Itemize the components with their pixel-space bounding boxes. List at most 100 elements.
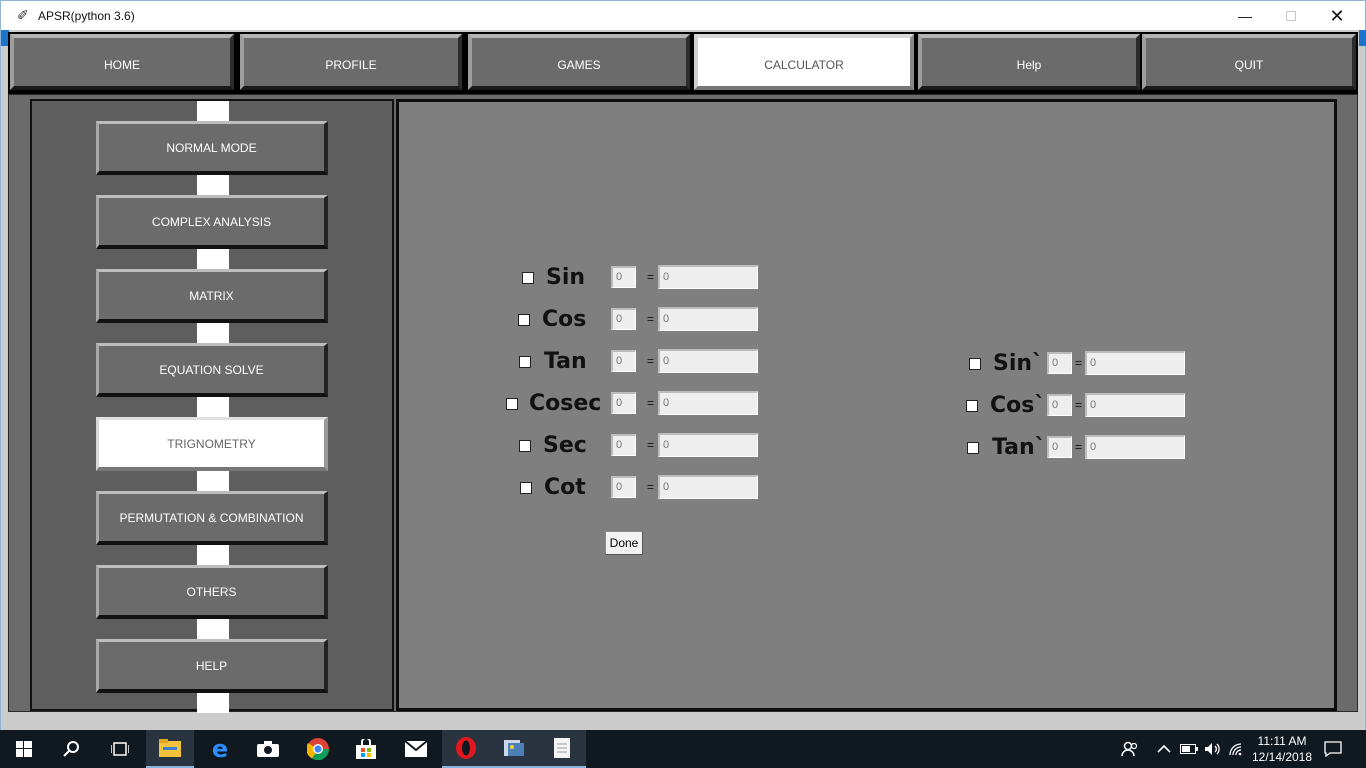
opera-icon[interactable]: [442, 730, 490, 768]
sidebar-item-complex-analysis[interactable]: COMPLEX ANALYSIS: [96, 195, 328, 249]
cot-angle-input[interactable]: 0: [611, 476, 636, 498]
windows-start-icon[interactable]: [0, 730, 48, 768]
trig-row-inverse-cos: Cos` 0 = 0: [959, 393, 1199, 419]
function-label: Sec: [543, 433, 587, 458]
equals-sign: =: [647, 312, 655, 326]
wifi-icon[interactable]: [1226, 730, 1248, 768]
function-label: Sin`: [993, 351, 1044, 376]
tan-result-field[interactable]: 0: [658, 349, 758, 373]
function-label: Sin: [546, 265, 586, 290]
trig-row-inverse-sin: Sin` 0 = 0: [959, 351, 1199, 377]
inverse-sin-checkbox[interactable]: [969, 358, 981, 370]
tab-home[interactable]: HOME: [10, 34, 234, 90]
inverse-tan-checkbox[interactable]: [967, 442, 979, 454]
chrome-icon[interactable]: [294, 730, 342, 768]
sec-angle-input[interactable]: 0: [611, 434, 636, 456]
sin-result-field[interactable]: 0: [658, 265, 758, 289]
function-label: Cos: [542, 307, 587, 332]
taskbar: e 11:11 AM 12/14/2018: [0, 730, 1366, 768]
trigonometry-panel: Sin 0 = 0 Cos 0 = 0 Tan 0 = 0 Cosec 0 = …: [396, 99, 1337, 711]
feather-icon: ✐: [17, 7, 29, 23]
window-title: APSR(python 3.6): [38, 9, 135, 23]
edge-browser-icon[interactable]: e: [196, 730, 244, 768]
inverse-sin-result-field[interactable]: 0: [1085, 351, 1185, 375]
inverse-cos-input[interactable]: 0: [1047, 394, 1072, 416]
function-label: Tan: [544, 349, 587, 374]
equals-sign: =: [1075, 440, 1083, 454]
top-nav: HOME PROFILE GAMES CALCULATOR Help QUIT: [8, 32, 1358, 94]
notepad-icon[interactable]: [538, 730, 586, 768]
sidebar-item-permutation-combination[interactable]: PERMUTATION & COMBINATION: [96, 491, 328, 545]
equals-sign: =: [1075, 398, 1083, 412]
tab-calculator[interactable]: CALCULATOR: [694, 34, 914, 90]
trig-row-tan: Tan 0 = 0: [399, 349, 799, 375]
people-icon[interactable]: [1118, 730, 1142, 768]
trig-row-sin: Sin 0 = 0: [399, 265, 799, 291]
task-view-icon[interactable]: [96, 730, 144, 768]
inverse-tan-result-field[interactable]: 0: [1085, 435, 1185, 459]
battery-icon[interactable]: [1178, 730, 1200, 768]
sec-checkbox[interactable]: [519, 440, 531, 452]
sidebar-item-normal-mode[interactable]: NORMAL MODE: [96, 121, 328, 175]
connector: [197, 693, 229, 713]
minimize-button[interactable]: —: [1222, 1, 1268, 31]
equals-sign: =: [647, 396, 655, 410]
function-label: Cot: [544, 475, 586, 500]
file-explorer-icon[interactable]: [146, 730, 194, 768]
done-button[interactable]: Done: [605, 531, 643, 555]
equals-sign: =: [1075, 356, 1083, 370]
sidebar-item-others[interactable]: OTHERS: [96, 565, 328, 619]
inverse-tan-input[interactable]: 0: [1047, 436, 1072, 458]
trig-row-cosec: Cosec 0 = 0: [399, 391, 799, 417]
cosec-result-field[interactable]: 0: [658, 391, 758, 415]
inverse-cos-checkbox[interactable]: [966, 400, 978, 412]
sin-angle-input[interactable]: 0: [611, 266, 636, 288]
cos-angle-input[interactable]: 0: [611, 308, 636, 330]
cos-result-field[interactable]: 0: [658, 307, 758, 331]
cot-result-field[interactable]: 0: [658, 475, 758, 499]
camera-icon[interactable]: [244, 730, 292, 768]
connector: [197, 249, 229, 271]
main-area: NORMAL MODE COMPLEX ANALYSIS MATRIX EQUA…: [8, 94, 1358, 713]
search-icon[interactable]: [48, 730, 96, 768]
tan-checkbox[interactable]: [519, 356, 531, 368]
volume-icon[interactable]: [1202, 730, 1224, 768]
tab-games[interactable]: GAMES: [468, 34, 690, 90]
cosec-angle-input[interactable]: 0: [611, 392, 636, 414]
maximize-icon: [1286, 11, 1296, 21]
notification-icon[interactable]: [1320, 730, 1346, 768]
cosec-checkbox[interactable]: [506, 398, 518, 410]
chevron-up-icon[interactable]: [1154, 730, 1174, 768]
sidebar-item-equation-solve[interactable]: EQUATION SOLVE: [96, 343, 328, 397]
inverse-sin-input[interactable]: 0: [1047, 352, 1072, 374]
connector: [197, 397, 229, 419]
sidebar-panel: NORMAL MODE COMPLEX ANALYSIS MATRIX EQUA…: [30, 99, 394, 713]
connector: [197, 471, 229, 493]
mail-icon[interactable]: [392, 730, 440, 768]
tab-profile[interactable]: PROFILE: [240, 34, 462, 90]
inverse-cos-result-field[interactable]: 0: [1085, 393, 1185, 417]
cot-checkbox[interactable]: [520, 482, 532, 494]
tab-quit[interactable]: QUIT: [1142, 34, 1356, 90]
sidebar-item-matrix[interactable]: MATRIX: [96, 269, 328, 323]
maximize-button[interactable]: [1268, 1, 1314, 31]
tan-angle-input[interactable]: 0: [611, 350, 636, 372]
connector: [197, 323, 229, 345]
equals-sign: =: [647, 354, 655, 368]
window-edge-right: [1359, 30, 1366, 46]
sec-result-field[interactable]: 0: [658, 433, 758, 457]
trig-row-sec: Sec 0 = 0: [399, 433, 799, 459]
taskbar-clock[interactable]: 11:11 AM 12/14/2018: [1246, 733, 1318, 765]
cos-checkbox[interactable]: [518, 314, 530, 326]
sidebar-item-help[interactable]: HELP: [96, 639, 328, 693]
function-label: Cosec: [529, 391, 602, 416]
close-button[interactable]: ✕: [1314, 1, 1360, 31]
tab-help[interactable]: Help: [918, 34, 1140, 90]
title-bar: ✐ APSR(python 3.6) — ✕: [0, 0, 1366, 30]
sin-checkbox[interactable]: [522, 272, 534, 284]
connector: [197, 619, 229, 641]
store-icon[interactable]: [342, 730, 390, 768]
python-idle-icon[interactable]: [490, 730, 538, 768]
sidebar-item-trignometry[interactable]: TRIGNOMETRY: [96, 417, 328, 471]
trig-row-inverse-tan: Tan` 0 = 0: [959, 435, 1199, 461]
